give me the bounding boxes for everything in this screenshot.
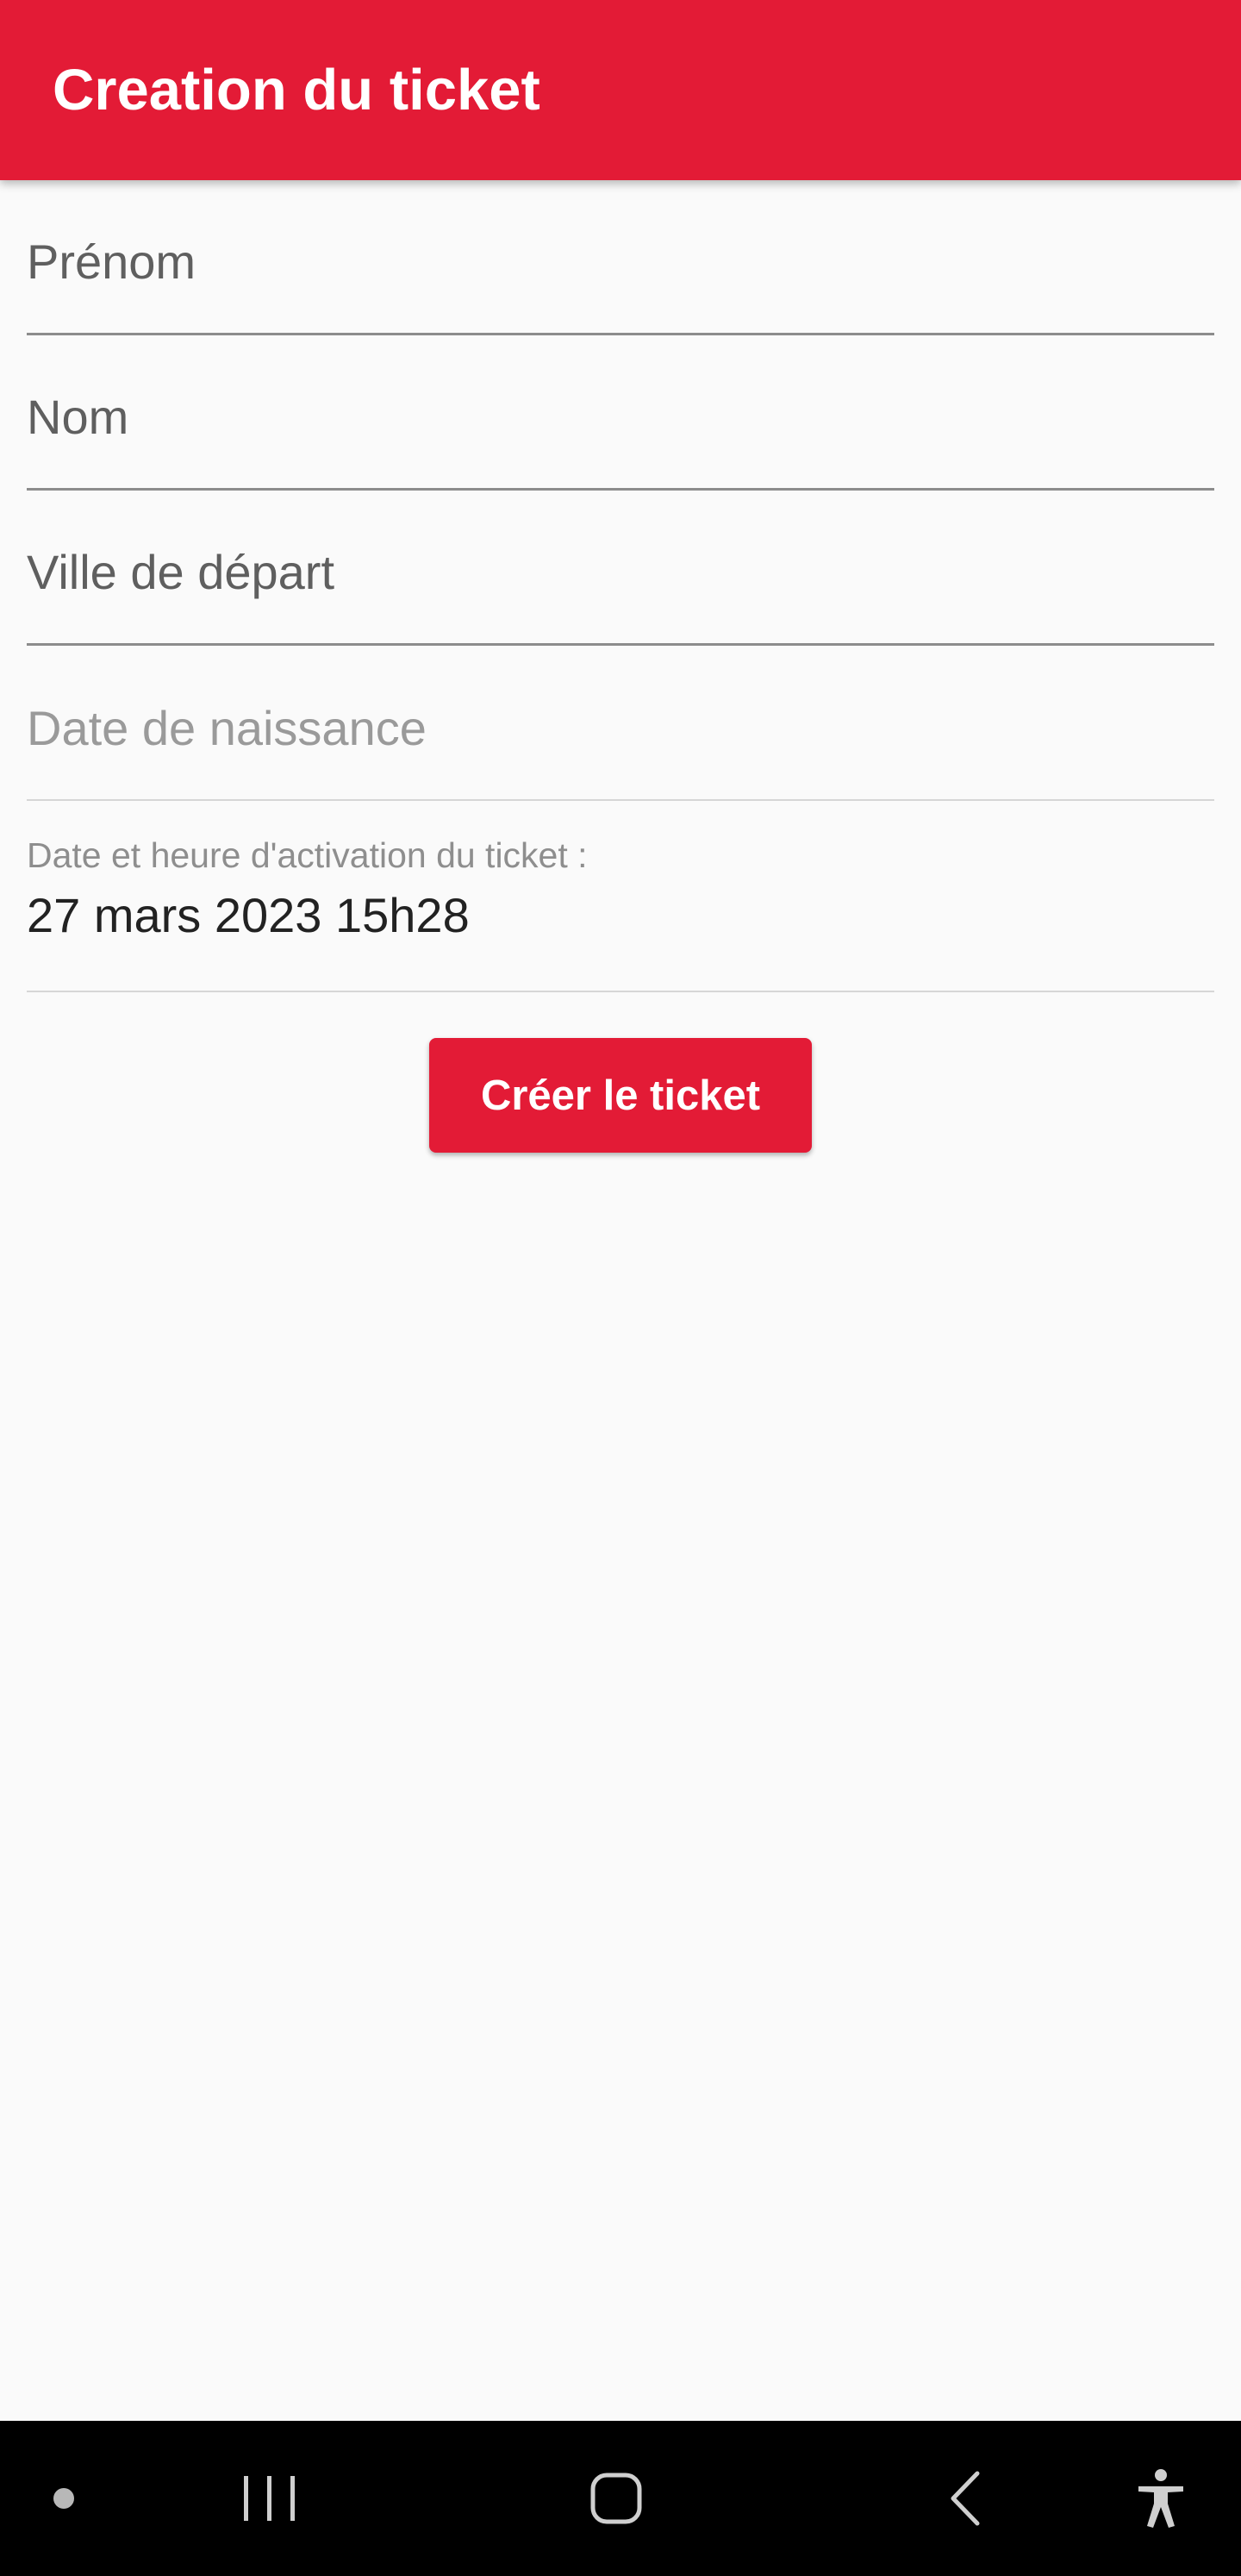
back-icon (951, 2471, 980, 2526)
recent-apps-button[interactable] (222, 2421, 317, 2576)
system-navigation-bar (0, 2421, 1241, 2576)
first-name-input[interactable] (27, 180, 1214, 333)
create-ticket-button[interactable]: Créer le ticket (429, 1038, 812, 1153)
recent-apps-icon (244, 2476, 295, 2521)
accessibility-icon (1138, 2469, 1183, 2528)
accessibility-button[interactable] (1113, 2421, 1208, 2576)
last-name-field-container (27, 335, 1214, 491)
activation-datetime-label: Date et heure d'activation du ticket : (27, 835, 588, 875)
ticket-form: Date et heure d'activation du ticket : 2… (27, 180, 1214, 992)
activation-datetime-value: 27 mars 2023 15h28 (27, 888, 470, 942)
departure-city-field-container (27, 491, 1214, 646)
back-button[interactable] (919, 2421, 1013, 2576)
dot-icon (53, 2488, 74, 2509)
page-title: Creation du ticket (53, 58, 540, 122)
birth-date-input[interactable] (27, 646, 1214, 799)
app-bar: Creation du ticket (0, 0, 1241, 180)
home-icon (590, 2473, 642, 2524)
first-name-field-container (27, 180, 1214, 335)
home-button[interactable] (569, 2421, 664, 2576)
birth-date-field-container (27, 646, 1214, 801)
last-name-input[interactable] (27, 335, 1214, 488)
departure-city-input[interactable] (27, 491, 1214, 643)
activation-datetime-field[interactable]: Date et heure d'activation du ticket : 2… (27, 801, 1214, 992)
